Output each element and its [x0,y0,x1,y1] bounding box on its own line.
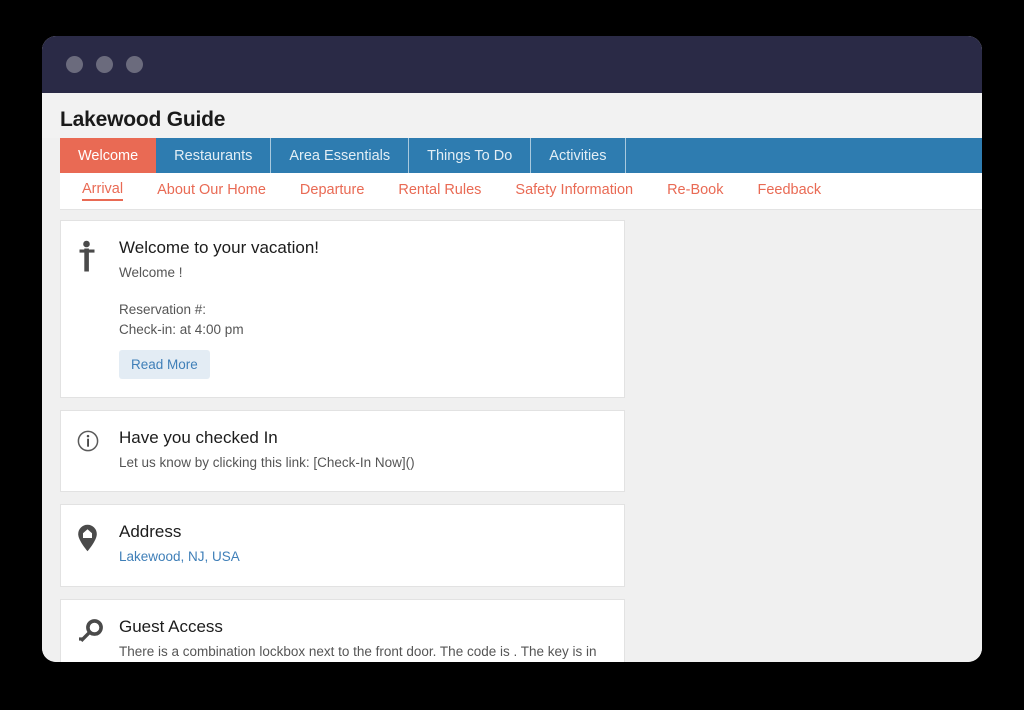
card-address-body: Address Lakewood, NJ, USA [119,521,608,567]
address-link[interactable]: Lakewood, NJ, USA [119,547,608,567]
page-title: Lakewood Guide [60,107,982,132]
tab-activities-label: Activities [549,148,606,164]
subnav-item-rental-rules[interactable]: Rental Rules [398,182,481,200]
sub-navigation: Arrival About Our Home Departure Rental … [60,173,982,210]
tab-things-to-do-label: Things To Do [427,148,512,164]
main-navigation-filler [626,138,983,173]
card-guest-access: Guest Access There is a combination lock… [60,599,625,662]
card-address: Address Lakewood, NJ, USA [60,504,625,586]
content-area: Welcome to your vacation! Welcome ! Rese… [42,210,982,662]
card-welcome-checkin: Check-in: at 4:00 pm [119,320,608,340]
subnav-item-feedback[interactable]: Feedback [758,182,822,200]
tab-activities[interactable]: Activities [531,138,625,173]
person-icon [77,237,119,379]
tab-restaurants[interactable]: Restaurants [156,138,271,173]
card-column: Welcome to your vacation! Welcome ! Rese… [60,220,625,662]
key-icon [77,616,119,662]
card-welcome-reservation: Reservation #: [119,300,608,320]
card-guest-access-title: Guest Access [119,616,608,638]
maximize-icon[interactable] [126,56,143,73]
minimize-icon[interactable] [96,56,113,73]
map-pin-icon [77,521,119,567]
info-circle-icon [77,427,119,473]
card-guest-access-body: Guest Access There is a combination lock… [119,616,608,662]
subnav-item-safety-information[interactable]: Safety Information [515,182,633,200]
card-address-title: Address [119,521,608,543]
card-checked-in-body: Have you checked In Let us know by click… [119,427,608,473]
page-header: Lakewood Guide [42,93,982,138]
card-checked-in-title: Have you checked In [119,427,608,449]
tab-welcome[interactable]: Welcome [60,138,156,173]
screenshot-stage: Lakewood Guide Welcome Restaurants Area … [0,0,1024,710]
subnav-item-departure[interactable]: Departure [300,182,364,200]
main-navigation: Welcome Restaurants Area Essentials Thin… [60,138,982,173]
read-more-button[interactable]: Read More [119,350,210,379]
card-checked-in-text: Let us know by clicking this link: [Chec… [119,453,608,473]
card-welcome: Welcome to your vacation! Welcome ! Rese… [60,220,625,398]
tab-area-essentials[interactable]: Area Essentials [271,138,409,173]
tab-welcome-label: Welcome [78,148,138,164]
card-welcome-title: Welcome to your vacation! [119,237,608,259]
card-welcome-body: Welcome to your vacation! Welcome ! Rese… [119,237,608,379]
close-icon[interactable] [66,56,83,73]
subnav-item-arrival[interactable]: Arrival [82,181,123,201]
tab-things-to-do[interactable]: Things To Do [409,138,531,173]
browser-window: Lakewood Guide Welcome Restaurants Area … [42,36,982,662]
card-checked-in: Have you checked In Let us know by click… [60,410,625,492]
subnav-item-re-book[interactable]: Re-Book [667,182,723,200]
window-titlebar [42,36,982,93]
tab-area-essentials-label: Area Essentials [289,148,390,164]
card-welcome-greeting: Welcome ! [119,263,608,283]
subnav-item-about-our-home[interactable]: About Our Home [157,182,266,200]
card-guest-access-text: There is a combination lockbox next to t… [119,642,608,662]
tab-restaurants-label: Restaurants [174,148,252,164]
